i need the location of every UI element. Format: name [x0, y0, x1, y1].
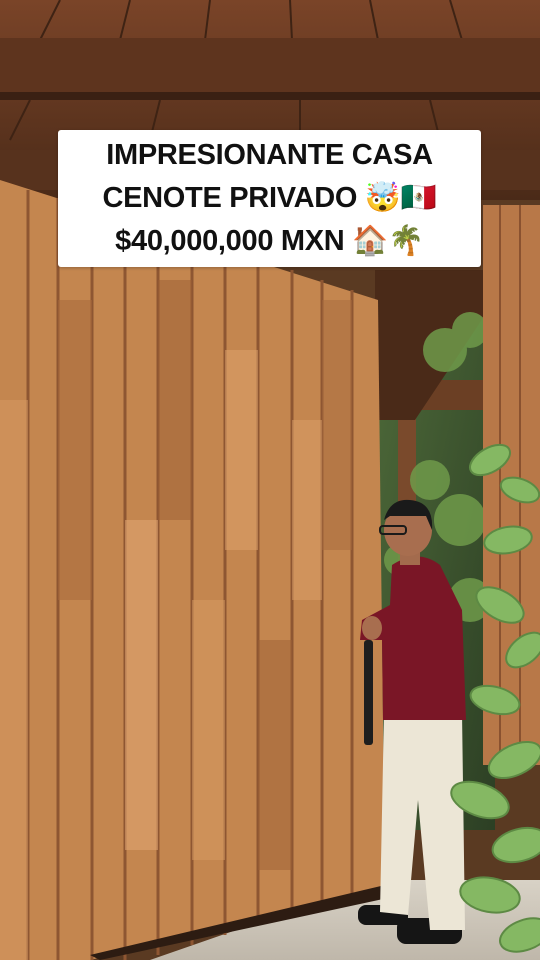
caption-line-1: IMPRESIONANTE CASA	[106, 139, 433, 171]
man-hand	[362, 616, 382, 640]
ceiling-beam-shadow	[0, 92, 540, 100]
caption-line-2: CENOTE PRIVADO 🤯🇲🇽	[102, 182, 437, 214]
caption-line-3: $40,000,000 MXN 🏠🌴	[115, 225, 424, 257]
door-handle	[364, 640, 373, 745]
ceiling-beam	[0, 38, 540, 98]
caption-overlay: IMPRESIONANTE CASA CENOTE PRIVADO 🤯🇲🇽 $4…	[58, 130, 481, 267]
